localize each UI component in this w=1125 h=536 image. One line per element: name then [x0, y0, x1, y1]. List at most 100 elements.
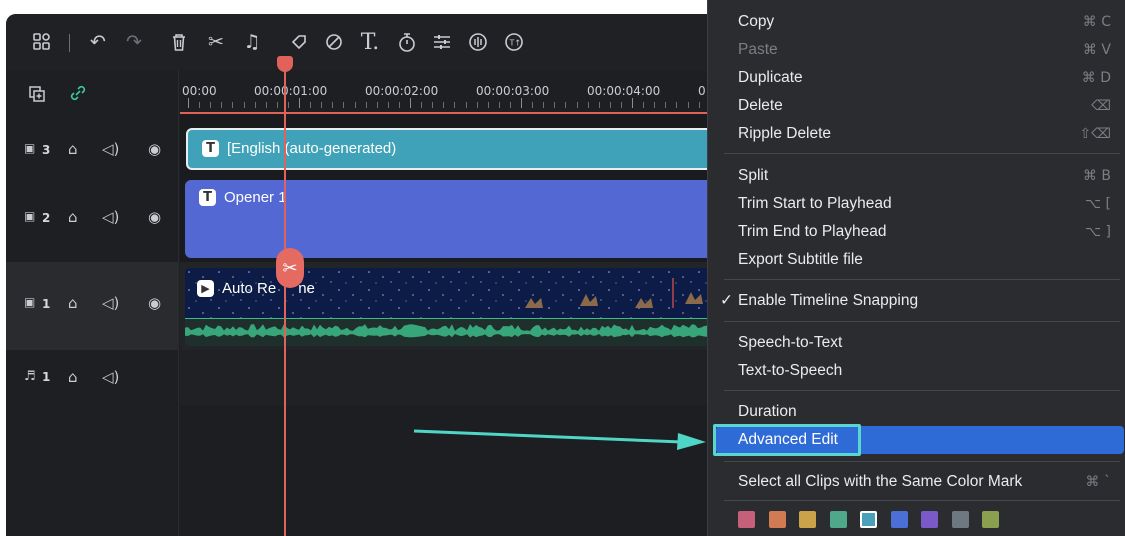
lock-icon[interactable]: ⌂: [68, 140, 78, 158]
menu-item-trim-start[interactable]: Trim Start to Playhead: [738, 192, 892, 216]
text-icon[interactable]: T.: [358, 30, 382, 55]
ruler-tick: [398, 102, 400, 108]
menu-item-export-subtitle[interactable]: Export Subtitle file: [738, 248, 863, 272]
audio-stretch-icon[interactable]: [466, 30, 490, 54]
ruler-tick: [287, 102, 289, 108]
color-mark-swatch[interactable]: [799, 511, 816, 528]
ruler-tick: [665, 102, 667, 108]
menu-item-duplicate[interactable]: Duplicate: [738, 66, 803, 90]
playhead-line[interactable]: [284, 62, 286, 536]
cut-icon[interactable]: ✂: [204, 30, 228, 54]
menu-item-ripple-delete[interactable]: Ripple Delete: [738, 122, 831, 146]
redo-icon[interactable]: ↷: [122, 30, 146, 54]
link-icon[interactable]: [68, 83, 88, 107]
add-track-icon[interactable]: [28, 85, 46, 107]
lock-icon[interactable]: ⌂: [68, 368, 78, 386]
menu-separator: [724, 321, 1120, 322]
speaker-icon[interactable]: ◁): [102, 368, 119, 386]
audio-waveform[interactable]: [185, 318, 745, 346]
clip-title: T [English (auto-generated): [202, 140, 396, 157]
shortcut-delete: ⌫: [1091, 98, 1111, 114]
ruler-tick: [498, 102, 500, 108]
track-number: 1: [42, 370, 51, 384]
ruler-tick: [221, 102, 223, 108]
ruler-label: 00:00: [182, 84, 217, 98]
ruler-tick: [587, 102, 589, 108]
menu-item-duration[interactable]: Duration: [738, 400, 797, 424]
text-clip-icon: T: [199, 189, 216, 206]
menu-item-speech-to-text[interactable]: Speech-to-Text: [738, 331, 842, 355]
subtitle-clip[interactable]: T [English (auto-generated): [186, 128, 746, 170]
speaker-icon[interactable]: ◁): [102, 208, 119, 226]
shortcut-split: ⌘ B: [1082, 168, 1111, 184]
menu-item-label: Duplicate: [738, 69, 803, 86]
eye-icon[interactable]: ◉: [148, 208, 161, 226]
ruler-label: 00:00:01:00: [254, 84, 328, 98]
tts-icon[interactable]: T↑: [502, 30, 526, 54]
ruler-tick: [643, 102, 645, 108]
lock-icon[interactable]: ⌂: [68, 208, 78, 226]
ruler-tick: [432, 102, 434, 108]
menu-item-label: Copy: [738, 13, 775, 30]
undo-icon[interactable]: ↶: [86, 30, 110, 54]
title-clip[interactable]: T Opener 1: [185, 180, 745, 258]
ruler-tick: [232, 102, 234, 108]
split-scissor-icon[interactable]: ✂: [276, 248, 304, 288]
color-mark-swatch[interactable]: [738, 511, 755, 528]
ruler-tick: [188, 98, 189, 108]
mark-icon[interactable]: [287, 30, 311, 54]
ruler-tick: [654, 102, 656, 108]
track-header-video-3: ▣ 3 ⌂ ◁) ◉: [6, 126, 179, 176]
delete-icon[interactable]: [167, 30, 191, 54]
ruler-tick: [609, 102, 611, 108]
menu-item-enable-snapping[interactable]: ✓ Enable Timeline Snapping: [720, 289, 918, 313]
shortcut-ripple-delete: ⇧⌫: [1079, 126, 1111, 142]
menu-item-trim-end[interactable]: Trim End to Playhead: [738, 220, 886, 244]
menu-item-label: Select all Clips with the Same Color Mar…: [738, 473, 1023, 490]
ruler-tick: [265, 102, 267, 108]
speaker-icon[interactable]: ◁): [102, 294, 119, 312]
shortcut-paste: ⌘ V: [1082, 42, 1111, 58]
color-mark-swatch[interactable]: [890, 511, 908, 528]
menu-separator: [724, 500, 1120, 501]
ruler-tick: [276, 102, 278, 108]
color-mark-swatch[interactable]: [921, 511, 938, 528]
ruler-tick: [465, 102, 467, 108]
adjust-icon[interactable]: [430, 30, 454, 54]
menu-item-text-to-speech[interactable]: Text-to-Speech: [738, 359, 842, 383]
menu-item-label: Split: [738, 167, 769, 184]
menu-item-select-same-color[interactable]: Select all Clips with the Same Color Mar…: [738, 470, 1022, 494]
menu-item-split[interactable]: Split: [738, 164, 768, 188]
color-mark-swatch[interactable]: [951, 511, 969, 528]
color-mark-swatch[interactable]: [768, 511, 786, 528]
menu-separator: [724, 153, 1120, 154]
playhead-handle[interactable]: [277, 56, 293, 72]
ruler-tick: [387, 102, 389, 108]
ruler-label: 00:00:02:00: [365, 84, 439, 98]
menu-item-delete[interactable]: Delete: [738, 94, 783, 118]
audio-icon[interactable]: ♫: [240, 30, 264, 54]
color-mark-swatch[interactable]: [860, 511, 877, 528]
ruler-tick: [598, 102, 600, 108]
color-mark-swatch[interactable]: [982, 511, 999, 528]
layout-icon[interactable]: [30, 30, 54, 54]
color-mark-swatch[interactable]: [829, 511, 847, 528]
color-icon[interactable]: [322, 30, 346, 54]
menu-separator: [724, 390, 1120, 391]
speaker-icon[interactable]: ◁): [102, 140, 119, 158]
track-number: 3: [42, 143, 51, 157]
menu-item-copy[interactable]: Copy: [738, 10, 774, 34]
speed-icon[interactable]: [395, 30, 419, 54]
lock-icon[interactable]: ⌂: [68, 294, 78, 312]
menu-separator: [724, 461, 1120, 462]
ruler-tick: [698, 102, 700, 108]
ruler-label: 00:00:04:00: [587, 84, 661, 98]
toolbar-separator: [69, 34, 70, 52]
eye-icon[interactable]: ◉: [148, 294, 161, 312]
video-clip[interactable]: ▶ Auto Re ne: [185, 268, 745, 318]
menu-item-paste[interactable]: Paste: [738, 38, 778, 62]
annotation-arrow: [413, 429, 706, 450]
eye-icon[interactable]: ◉: [148, 140, 161, 158]
ruler-tick: [543, 102, 545, 108]
text-clip-icon: T: [202, 140, 219, 157]
